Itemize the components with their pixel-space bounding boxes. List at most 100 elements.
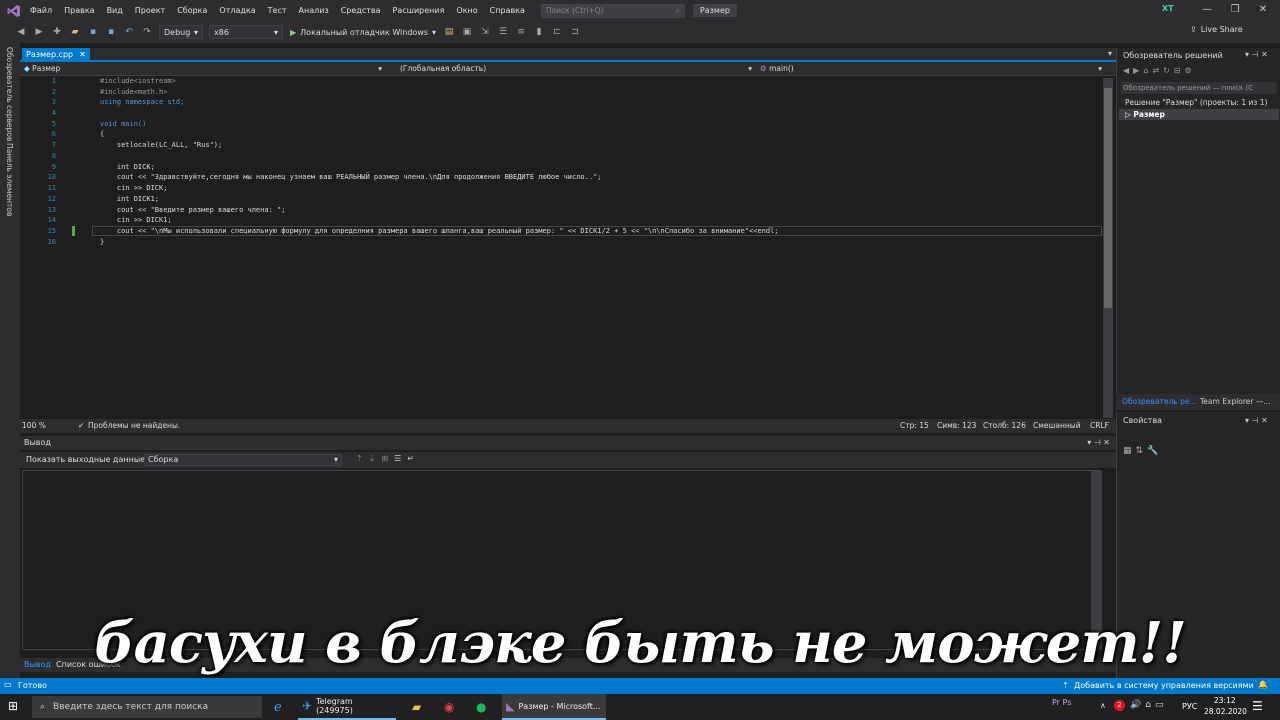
taskbar-search-input[interactable]: ⌕ Введите здесь текст для поиска [32, 696, 262, 718]
line-ending[interactable]: CRLF [1090, 419, 1109, 433]
add-to-source-control[interactable]: Добавить в систему управления версиями [1074, 681, 1254, 690]
redo-icon[interactable]: ↷ [140, 25, 154, 39]
prev-message-icon[interactable]: ⇡ [356, 454, 369, 463]
member-nav-dropdown[interactable]: ⚙ main() ▾ [756, 62, 1106, 76]
word-wrap-icon[interactable]: ↵ [407, 454, 420, 463]
menu-view[interactable]: Вид [101, 0, 129, 21]
format-icon[interactable]: ☰ [496, 25, 510, 39]
next-message-icon[interactable]: ⇣ [369, 454, 382, 463]
visual-studio-app[interactable]: ◣ Размер - Microsoft... [502, 694, 606, 720]
telegram-app[interactable]: ✈ Telegram (249975) [298, 694, 396, 720]
pin-icon[interactable]: ▾ ⊣ ✕ [1245, 50, 1268, 59]
close-icon[interactable]: ✕ [1256, 3, 1270, 17]
menu-extensions[interactable]: Расширения [387, 0, 451, 21]
menu-build[interactable]: Сборка [171, 0, 213, 21]
toolbox-tab[interactable]: Панель элементов [5, 143, 14, 216]
edge-app[interactable]: ℯ [270, 694, 286, 720]
refresh-icon[interactable]: ↻ [1163, 66, 1174, 75]
network-icon[interactable]: ⌂ [1145, 700, 1155, 710]
notification-icon[interactable]: 🔔 [1258, 680, 1268, 689]
editor-scrollbar-thumb[interactable] [1104, 88, 1112, 308]
tab-team-explorer[interactable]: Team Explorer —... [1200, 397, 1270, 406]
menu-project[interactable]: Проект [129, 0, 171, 21]
maximize-icon[interactable]: ❐ [1228, 3, 1242, 17]
back-icon[interactable]: ◀ [14, 25, 28, 39]
menu-edit[interactable]: Правка [58, 0, 100, 21]
menu-test[interactable]: Тест [262, 0, 293, 21]
config-dropdown[interactable]: Debug ▾ [159, 25, 203, 39]
input-language[interactable]: РУС [1182, 702, 1197, 711]
forward-icon[interactable]: ▶ [1133, 66, 1143, 75]
search-input[interactable]: Поиск (Ctrl+Q) ⌕ [540, 3, 685, 18]
step-icon[interactable]: ⇲ [478, 25, 492, 39]
nav-project-label: Размер [32, 64, 61, 73]
chevron-down-icon: ▾ [748, 64, 752, 73]
code-editor[interactable]: 1 2 3 4 5 6 7 8 9 10 11 12 13 14 15 16 #… [20, 76, 1116, 419]
output-source-dropdown[interactable]: Сборка ▾ [144, 454, 342, 466]
tray-badge[interactable]: 2 [1114, 700, 1125, 711]
menu-analyze[interactable]: Анализ [293, 0, 335, 21]
clock-time[interactable]: 23:12 [1214, 696, 1236, 705]
tab-mode[interactable]: Смешанный [1033, 419, 1081, 433]
sync-icon[interactable]: ⇄ [1152, 66, 1163, 75]
check-icon: ✔ [78, 421, 85, 430]
menu-window[interactable]: Окно [450, 0, 483, 21]
attach-icon[interactable]: ▤ [442, 25, 456, 39]
pin-icon[interactable]: ▾ ⊣ ✕ [1087, 436, 1110, 450]
project-node[interactable]: ▷ Размер [1119, 109, 1279, 120]
document-tab[interactable]: Размер.cpp ✕ [22, 48, 90, 61]
chrome-app[interactable]: ◉ [440, 694, 458, 720]
action-center-icon[interactable]: ☰ [1252, 699, 1263, 713]
forward-icon[interactable]: ▶ [32, 25, 46, 39]
battery-icon[interactable]: ▭ [1155, 700, 1168, 710]
premiere-icon[interactable]: Pr Ps [1052, 698, 1071, 707]
menu-file[interactable]: Файл [24, 0, 58, 21]
open-folder-icon[interactable]: ▰ [68, 25, 82, 39]
zoom-level[interactable]: 100 % [22, 419, 46, 433]
solution-search-input[interactable]: Обозреватель решений — поиск (C [1121, 82, 1277, 94]
volume-icon[interactable]: 🔊 [1130, 700, 1145, 710]
server-explorer-tab[interactable]: Обозреватель серверов [5, 47, 14, 141]
undo-icon[interactable]: ↶ [122, 25, 136, 39]
problems-status[interactable]: Проблемы не найдены. [88, 419, 180, 433]
scope-nav-dropdown[interactable]: (Глобальная область) ▾ [396, 62, 756, 76]
find-icon[interactable]: ⊞ [381, 454, 394, 463]
menu-bar: Файл Правка Вид Проект Сборка Отладка Те… [0, 0, 1280, 21]
clear-all-icon[interactable]: ☰ [394, 454, 407, 463]
save-all-icon[interactable]: ▪ [104, 25, 118, 39]
bookmark-icon[interactable]: ▮ [532, 25, 546, 39]
bookmark-prev-icon[interactable]: ⊏ [550, 25, 564, 39]
explorer-app[interactable]: ▰ [408, 694, 425, 720]
alphabetical-icon[interactable]: ⇅ [1136, 446, 1148, 456]
new-project-icon[interactable]: ✚ [50, 25, 64, 39]
platform-dropdown[interactable]: x86 ▾ [209, 25, 283, 39]
categorized-icon[interactable]: ▦ [1123, 446, 1136, 456]
collapse-icon[interactable]: ⊟ [1174, 66, 1185, 75]
menu-help[interactable]: Справка [484, 0, 531, 21]
spotify-app[interactable]: ● [472, 694, 490, 720]
tray-chevron-icon[interactable]: ∧ [1100, 701, 1106, 710]
project-nav-dropdown[interactable]: ◆ Размер ▾ [20, 62, 386, 76]
start-debugging-button[interactable]: ▶ Локальный отладчик Windows ▾ [290, 28, 436, 37]
tab-overflow-icon[interactable]: ▾ [1108, 49, 1112, 58]
tab-solution-explorer[interactable]: Обозреватель ре... [1122, 397, 1197, 406]
panel-title: Обозреватель решений [1123, 51, 1223, 60]
wrench-icon[interactable]: 🔧 [1147, 446, 1162, 456]
comment-icon[interactable]: ≡ [514, 25, 528, 39]
save-icon[interactable]: ▪ [86, 25, 100, 39]
live-share-button[interactable]: ⇪ Live Share [1190, 25, 1243, 34]
solution-root-node[interactable]: Решение "Размер" (проекты: 1 из 1) [1125, 98, 1267, 107]
user-avatar[interactable]: XT [1162, 4, 1174, 13]
close-tab-icon[interactable]: ✕ [79, 48, 86, 61]
properties-icon[interactable]: ⚙ [1185, 66, 1196, 75]
menu-tools[interactable]: Средства [335, 0, 387, 21]
minimize-icon[interactable]: — [1200, 3, 1214, 17]
windows-start-icon[interactable]: ⊞ [8, 699, 18, 713]
bookmark-next-icon[interactable]: ⊐ [568, 25, 582, 39]
search-placeholder: Поиск (Ctrl+Q) [545, 6, 604, 15]
screenshot-icon[interactable]: ▣ [460, 25, 474, 39]
clock-date[interactable]: 28.02.2020 [1204, 707, 1247, 716]
pin-icon[interactable]: ▾ ⊣ ✕ [1245, 416, 1268, 425]
back-icon[interactable]: ◀ [1123, 66, 1133, 75]
menu-debug[interactable]: Отладка [213, 0, 261, 21]
